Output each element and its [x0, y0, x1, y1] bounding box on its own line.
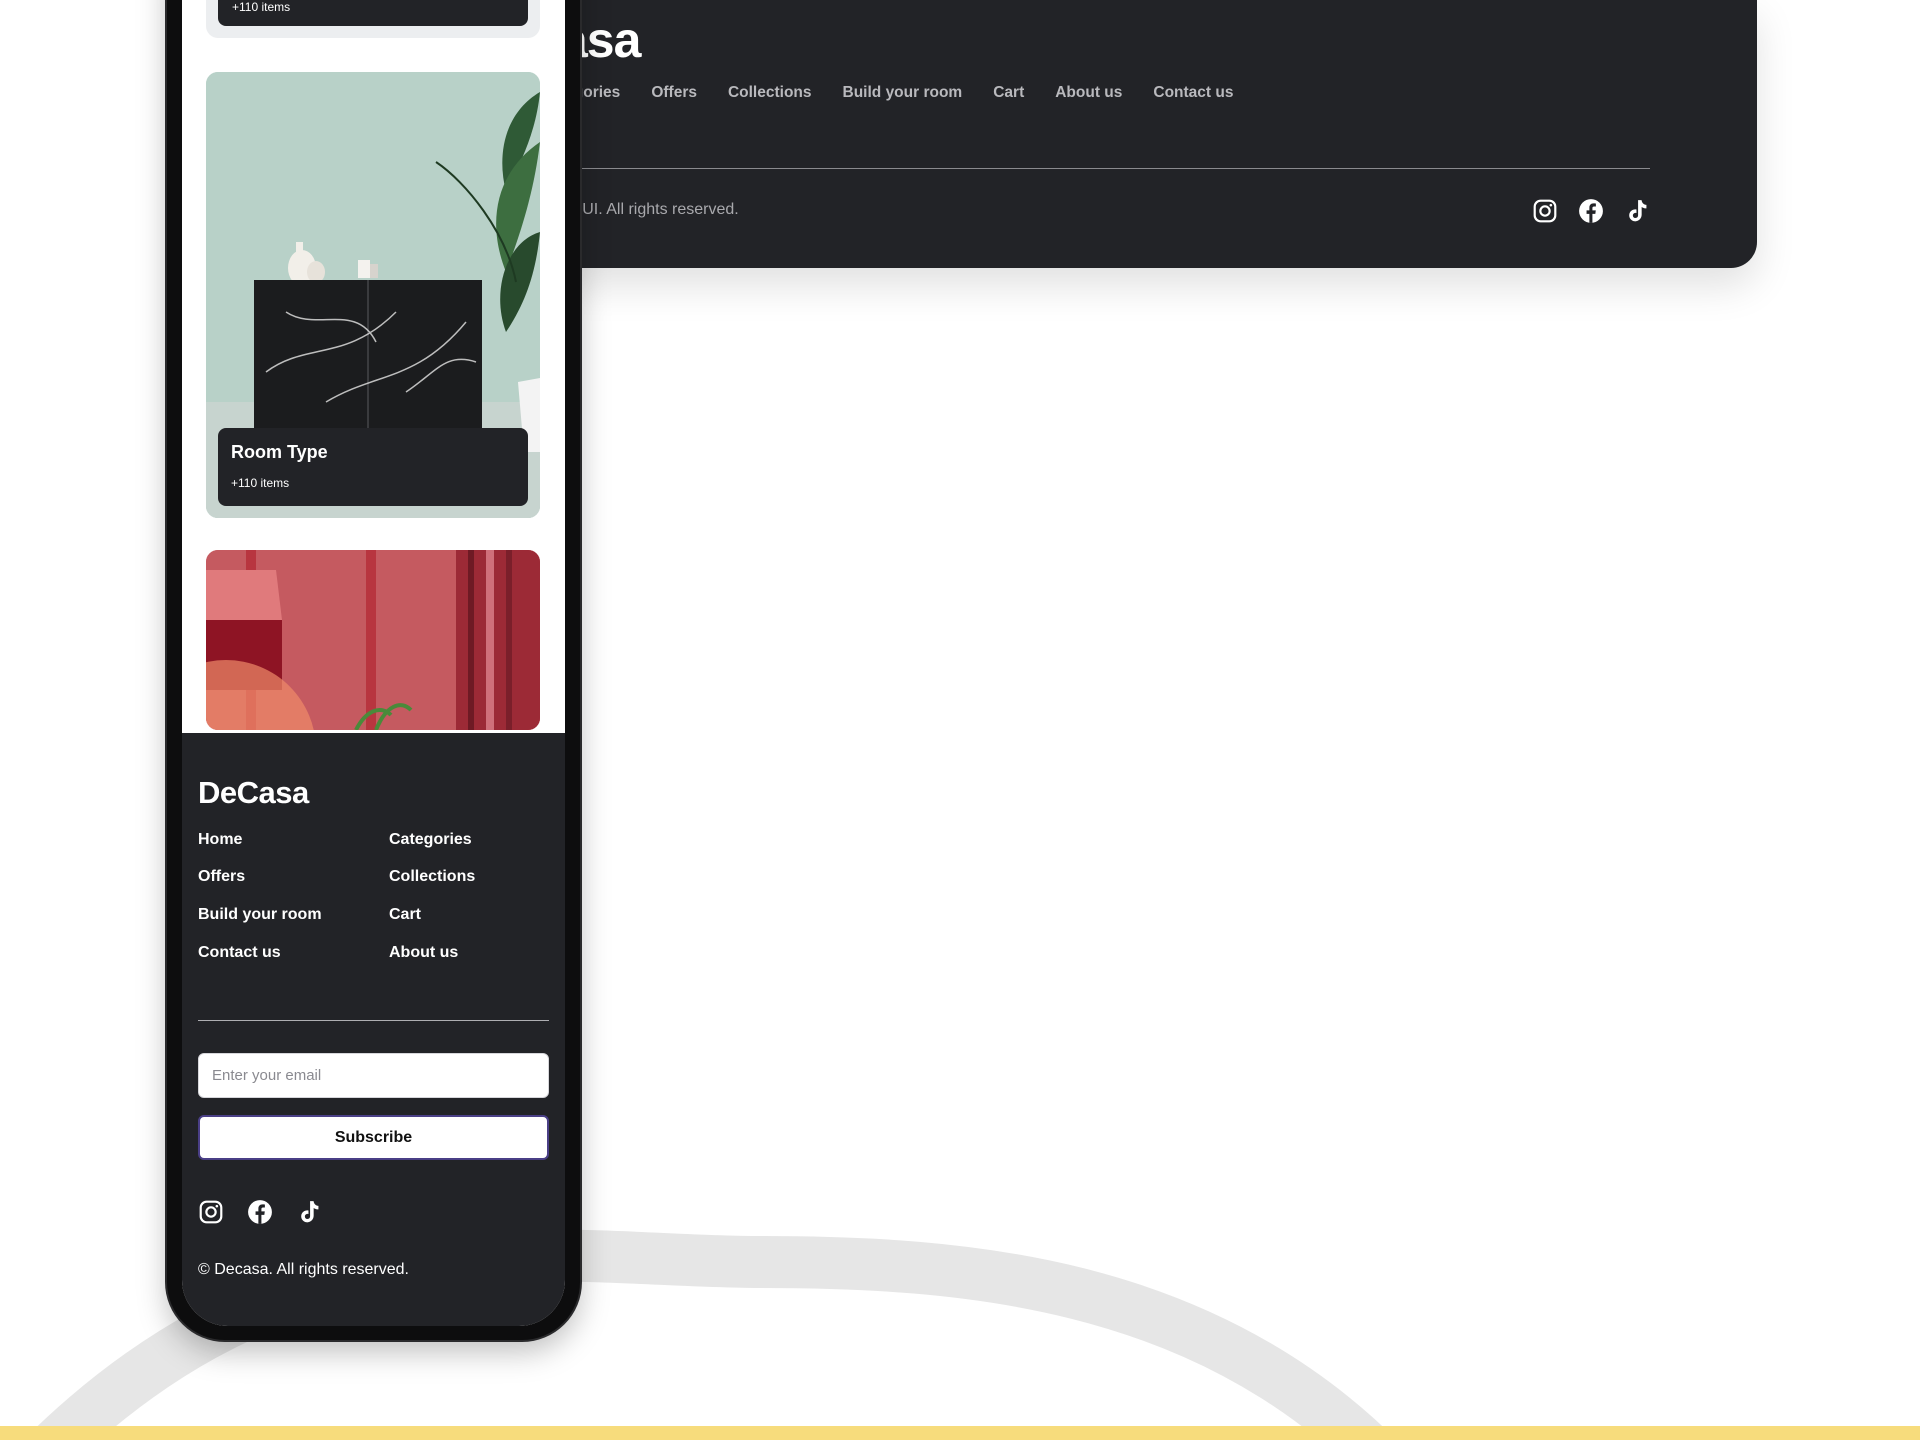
mobile-nav-about-us[interactable]: About us: [389, 944, 458, 962]
desktop-footer-nav: tegories Offers Collections Build your r…: [560, 84, 1264, 102]
email-field[interactable]: [198, 1053, 549, 1098]
facebook-icon[interactable]: [247, 1199, 273, 1225]
mobile-nav-offers[interactable]: Offers: [198, 868, 245, 886]
tiktok-icon[interactable]: [1624, 198, 1650, 224]
desktop-nav-build-your-room[interactable]: Build your room: [843, 84, 963, 102]
instagram-icon[interactable]: [1532, 198, 1558, 224]
phone-screen: +110 items Room Type +110 items DeCasa H…: [182, 0, 565, 1326]
mobile-nav-categories[interactable]: Categories: [389, 831, 472, 849]
desktop-nav-offers[interactable]: Offers: [651, 84, 697, 102]
desktop-copyright: ed UI. All rights reserved.: [560, 201, 739, 218]
card-items-count: +110 items: [232, 0, 291, 14]
category-card[interactable]: [206, 550, 540, 730]
room-type-card[interactable]: Room Type +110 items: [206, 72, 540, 518]
desktop-nav-collections[interactable]: Collections: [728, 84, 812, 102]
category-card[interactable]: +110 items: [206, 0, 540, 38]
desktop-nav-about-us[interactable]: About us: [1055, 84, 1122, 102]
mobile-nav-collections[interactable]: Collections: [389, 868, 475, 886]
mobile-footer: DeCasa Home Categories Offers Collection…: [182, 733, 565, 1326]
card-title: Room Type: [231, 442, 328, 462]
subscribe-button[interactable]: Subscribe: [198, 1115, 549, 1160]
instagram-icon[interactable]: [198, 1199, 224, 1225]
mobile-nav-build-your-room[interactable]: Build your room: [198, 906, 322, 924]
mobile-nav-cart[interactable]: Cart: [389, 906, 421, 924]
mobile-logo[interactable]: DeCasa: [198, 775, 309, 811]
mobile-social-links: [198, 1199, 345, 1225]
phone-mockup: +110 items Room Type +110 items DeCasa H…: [167, 0, 580, 1340]
card-caption: Room Type +110 items: [218, 428, 528, 506]
red-room-image: [206, 550, 540, 730]
mobile-copyright: © Decasa. All rights reserved.: [198, 1261, 409, 1278]
mobile-nav-home[interactable]: Home: [198, 831, 242, 849]
tiktok-icon[interactable]: [296, 1199, 322, 1225]
desktop-footer: asa tegories Offers Collections Build yo…: [560, 0, 1757, 268]
desktop-social-links: [1532, 198, 1670, 224]
mobile-divider: [198, 1020, 549, 1021]
card-items-count: +110 items: [231, 476, 290, 490]
desktop-nav-contact-us[interactable]: Contact us: [1153, 84, 1233, 102]
yellow-band: [0, 1426, 1920, 1440]
facebook-icon[interactable]: [1578, 198, 1604, 224]
desktop-divider: [560, 168, 1650, 169]
card-caption: +110 items: [218, 0, 528, 26]
mobile-nav-contact-us[interactable]: Contact us: [198, 944, 281, 962]
desktop-nav-cart[interactable]: Cart: [993, 84, 1024, 102]
